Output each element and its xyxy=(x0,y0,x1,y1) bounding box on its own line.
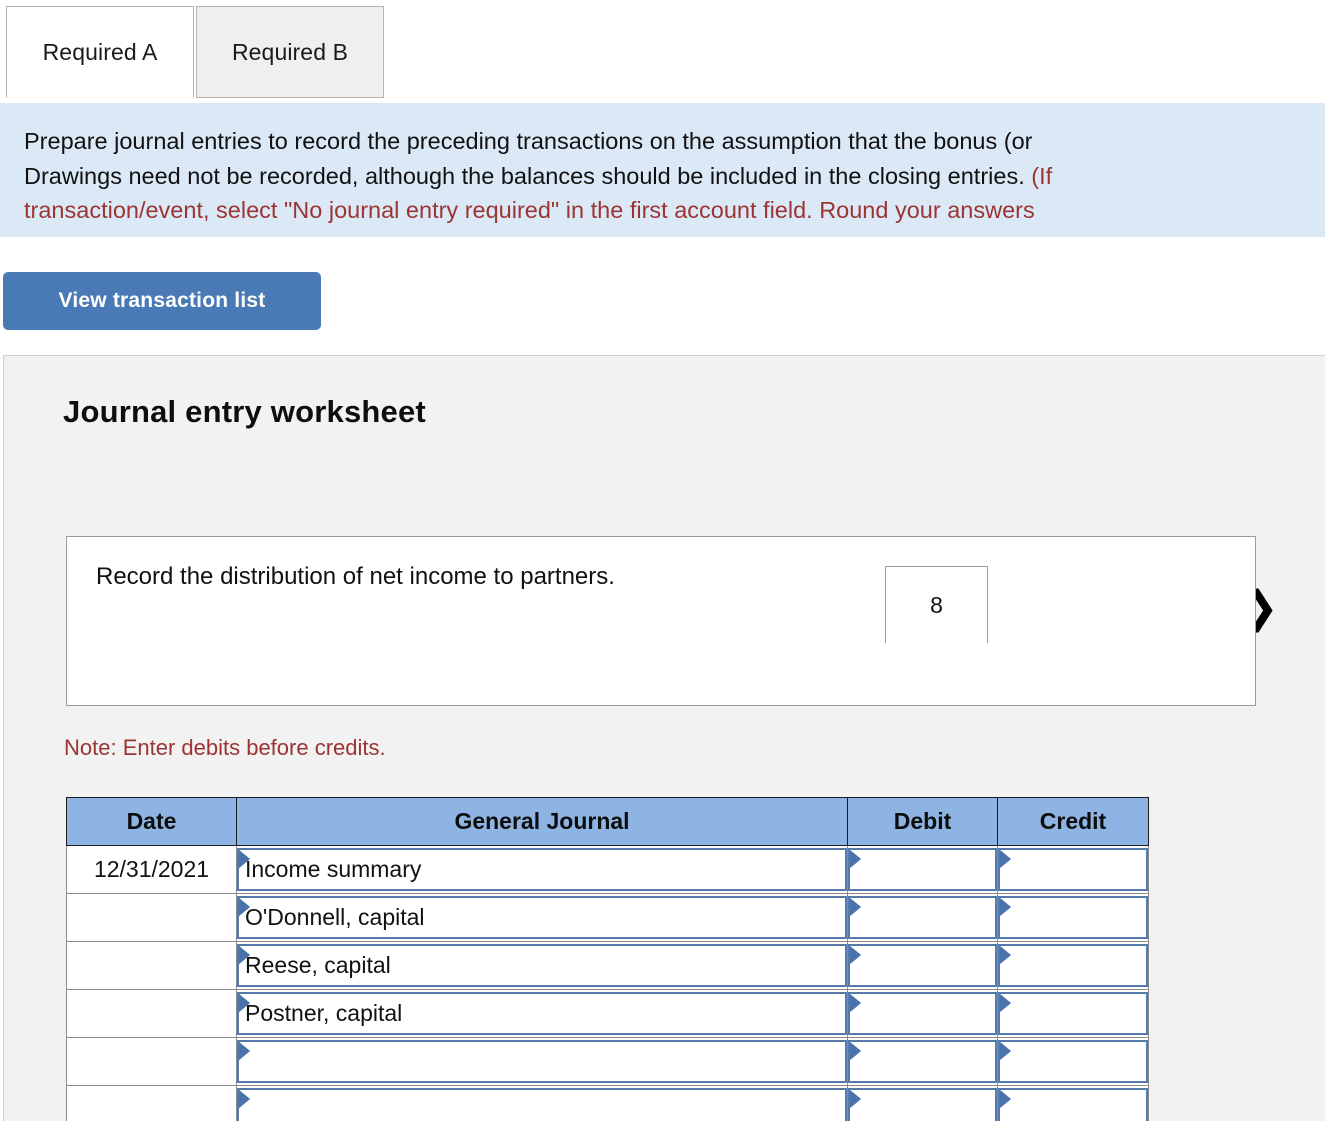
account-input-value: Reese, capital xyxy=(245,952,391,978)
debit-cell xyxy=(847,989,998,1038)
debit-input[interactable] xyxy=(848,1040,997,1083)
column-header-general-journal: General Journal xyxy=(236,797,848,846)
account-input-value: Postner, capital xyxy=(245,1000,403,1026)
view-transaction-list-button[interactable]: View transaction list xyxy=(3,272,321,330)
instruction-line-1: Prepare journal entries to record the pr… xyxy=(24,128,1040,154)
debit-input[interactable] xyxy=(848,944,997,987)
dropdown-arrow-icon xyxy=(850,1042,861,1060)
credit-cell xyxy=(997,893,1149,942)
journal-entry-worksheet-panel: Journal entry worksheet ❮ 1 2 3 4 5 6 xyxy=(3,355,1325,1121)
step-8-label: 8 xyxy=(930,591,943,618)
debit-cell xyxy=(847,1085,998,1121)
step-8-active[interactable]: 8 xyxy=(885,566,988,643)
table-row: O'Donnell, capital xyxy=(66,893,1149,942)
step-description-panel: Record the distribution of net income to… xyxy=(66,536,1256,706)
column-header-credit: Credit xyxy=(997,797,1149,846)
debit-cell xyxy=(847,1037,998,1086)
dropdown-arrow-icon xyxy=(1000,946,1011,964)
dropdown-arrow-icon xyxy=(850,1090,861,1108)
tab-required-b[interactable]: Required B xyxy=(196,6,384,98)
tab-required-b-label: Required B xyxy=(231,38,349,65)
column-header-debit: Debit xyxy=(847,797,998,846)
debit-input[interactable] xyxy=(848,992,997,1035)
credit-cell xyxy=(997,1037,1149,1086)
credit-cell xyxy=(997,989,1149,1038)
account-input[interactable]: Reese, capital xyxy=(237,944,847,987)
dropdown-arrow-icon xyxy=(1000,898,1011,916)
step-description-text: Record the distribution of net income to… xyxy=(96,563,615,590)
date-cell[interactable] xyxy=(66,1037,237,1086)
journal-entry-table: Date General Journal Debit Credit 12/31/… xyxy=(66,797,1149,1121)
debit-input[interactable] xyxy=(848,1088,997,1121)
credit-input[interactable] xyxy=(998,848,1148,891)
debit-cell xyxy=(847,845,998,894)
dropdown-arrow-icon xyxy=(850,898,861,916)
required-tabs: Required A Required B xyxy=(0,0,1325,104)
table-row: Postner, capital xyxy=(66,989,1149,1038)
dropdown-arrow-icon xyxy=(1000,1090,1011,1108)
credit-input[interactable] xyxy=(998,896,1148,939)
dropdown-arrow-icon xyxy=(850,850,861,868)
instruction-line-2-black: Drawings need not be recorded, although … xyxy=(24,162,1032,189)
credit-input[interactable] xyxy=(998,1088,1148,1121)
credit-input[interactable] xyxy=(998,1040,1148,1083)
table-header-row: Date General Journal Debit Credit xyxy=(66,797,1149,846)
credit-cell xyxy=(997,1085,1149,1121)
instruction-banner: Prepare journal entries to record the pr… xyxy=(0,103,1325,237)
page-title: Journal entry worksheet xyxy=(63,394,426,429)
table-row: Reese, capital xyxy=(66,941,1149,990)
credit-cell xyxy=(997,845,1149,894)
dropdown-arrow-icon xyxy=(1000,850,1011,868)
account-cell xyxy=(236,1037,848,1086)
account-input-value: Income summary xyxy=(245,856,422,882)
account-cell xyxy=(236,1085,848,1121)
date-cell[interactable] xyxy=(66,893,237,942)
dropdown-arrow-icon xyxy=(850,946,861,964)
tab-required-a[interactable]: Required A xyxy=(6,6,194,98)
account-input[interactable] xyxy=(237,1088,847,1121)
debits-before-credits-note: Note: Enter debits before credits. xyxy=(64,735,386,760)
dropdown-arrow-icon xyxy=(1000,1042,1011,1060)
tab-required-a-label: Required A xyxy=(42,38,158,65)
instruction-text: Prepare journal entries to record the pr… xyxy=(24,124,1325,228)
instruction-line-3-red: transaction/event, select "No journal en… xyxy=(24,197,1042,223)
debit-input[interactable] xyxy=(848,896,997,939)
page-root: Required A Required B Prepare journal en… xyxy=(0,0,1325,1121)
date-cell[interactable] xyxy=(66,941,237,990)
debit-cell xyxy=(847,893,998,942)
dropdown-arrow-icon xyxy=(239,1090,250,1108)
account-input[interactable]: Income summary xyxy=(237,848,847,891)
credit-input[interactable] xyxy=(998,944,1148,987)
dropdown-arrow-icon xyxy=(850,994,861,1012)
credit-input[interactable] xyxy=(998,992,1148,1035)
account-cell: Reese, capital xyxy=(236,941,848,990)
column-header-date: Date xyxy=(66,797,237,846)
debit-cell xyxy=(847,941,998,990)
account-input[interactable] xyxy=(237,1040,847,1083)
date-cell[interactable]: 12/31/2021 xyxy=(66,845,237,894)
account-input-value: O'Donnell, capital xyxy=(245,904,425,930)
debit-input[interactable] xyxy=(848,848,997,891)
date-cell[interactable] xyxy=(66,989,237,1038)
table-row xyxy=(66,1037,1149,1086)
account-input[interactable]: Postner, capital xyxy=(237,992,847,1035)
account-input[interactable]: O'Donnell, capital xyxy=(237,896,847,939)
table-row xyxy=(66,1085,1149,1121)
table-row: 12/31/2021 Income summary xyxy=(66,845,1149,894)
credit-cell xyxy=(997,941,1149,990)
dropdown-arrow-icon xyxy=(239,1042,250,1060)
account-cell: Postner, capital xyxy=(236,989,848,1038)
account-cell: O'Donnell, capital xyxy=(236,893,848,942)
dropdown-arrow-icon xyxy=(1000,994,1011,1012)
instruction-line-2-red: (If xyxy=(1031,162,1053,189)
date-cell[interactable] xyxy=(66,1085,237,1121)
account-cell: Income summary xyxy=(236,845,848,894)
